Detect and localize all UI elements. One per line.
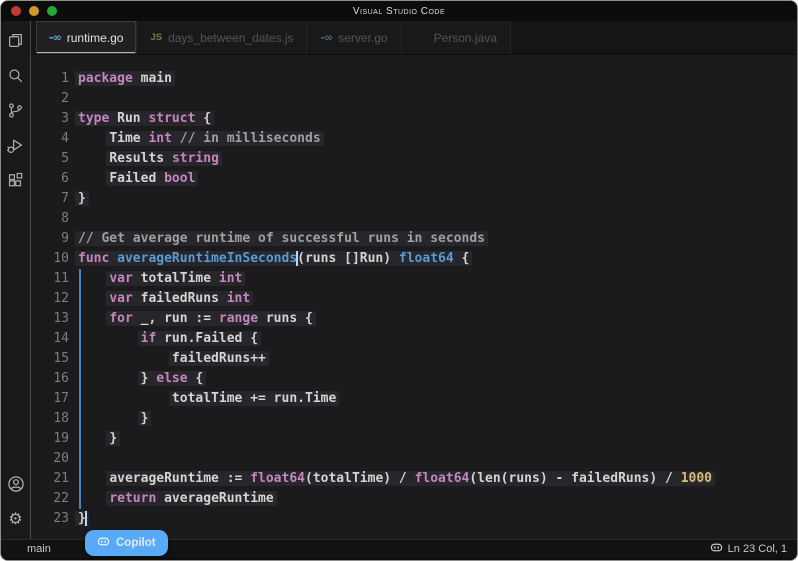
tab-person-java[interactable]: Person.java [402,21,511,54]
line-number: 7 [31,189,69,209]
active-indent-guide [79,269,81,509]
explorer-icon [7,32,24,49]
code-line[interactable]: 3type Run struct { [31,109,797,129]
traffic-lights [11,6,57,16]
line-number: 14 [31,329,69,349]
code-line[interactable]: 9// Get average runtime of successful ru… [31,229,797,249]
activity-search[interactable] [4,63,28,87]
tab-label: server.go [338,31,387,45]
line-number: 4 [31,129,69,149]
code-line[interactable]: 17 totalTime += run.Time [31,389,797,409]
code-line[interactable]: 14 if run.Failed { [31,329,797,349]
close-window-button[interactable] [11,6,21,16]
line-number: 18 [31,409,69,429]
copilot-icon [97,535,110,551]
line-number: 8 [31,209,69,229]
code-line[interactable]: 20 [31,449,797,469]
copilot-icon [710,541,723,557]
cursor-position: Ln 23 Col, 1 [728,543,787,555]
code-line[interactable]: 19 } [31,429,797,449]
branch-label: main [27,543,51,555]
code-line[interactable]: 1package main [31,69,797,89]
account-icon [7,475,25,493]
code-line[interactable]: 16 } else { [31,369,797,389]
tab-label: Person.java [434,31,497,45]
js-file-icon: JS [150,32,162,43]
tab-server-go[interactable]: -∞ server.go [307,21,401,54]
line-number: 13 [31,309,69,329]
tab-bar: -∞ runtime.go JS days_between_dates.js -∞ ser… [31,21,797,55]
code-line[interactable]: 21 averageRuntime := float64(totalTime) … [31,469,797,489]
copilot-status[interactable]: Ln 23 Col, 1 [710,541,787,557]
search-icon [7,67,24,84]
vscode-window: Visual Studio Code ⚙ -∞ runtime.go JS days_… [0,0,798,561]
line-number: 6 [31,169,69,189]
line-number: 19 [31,429,69,449]
code-line[interactable]: 10func averageRuntimeInSeconds(runs []Ru… [31,249,797,269]
line-number: 9 [31,229,69,249]
activity-settings[interactable]: ⚙ [4,507,28,531]
activity-account[interactable] [4,472,28,496]
tab-days-between-dates-js[interactable]: JS days_between_dates.js [137,21,307,54]
zoom-window-button[interactable] [47,6,57,16]
copilot-badge-label: Copilot [116,537,156,549]
code-line[interactable]: 4 Time int // in milliseconds [31,129,797,149]
run-debug-icon [7,137,24,154]
line-number: 17 [31,389,69,409]
java-file-icon [415,31,428,44]
code-line[interactable]: 13 for _, run := range runs { [31,309,797,329]
line-number: 15 [31,349,69,369]
code-line[interactable]: 18 } [31,409,797,429]
source-control-icon [7,102,24,119]
activity-extensions[interactable] [4,168,28,192]
code-line[interactable]: 6 Failed bool [31,169,797,189]
code-line[interactable]: 5 Results string [31,149,797,169]
text-cursor [85,511,87,526]
line-number: 22 [31,489,69,509]
code-line[interactable]: 15 failedRuns++ [31,349,797,369]
activity-source-control[interactable] [4,98,28,122]
line-number: 20 [31,449,69,469]
line-number: 5 [31,149,69,169]
extensions-icon [7,172,24,189]
line-number: 10 [31,249,69,269]
line-number: 12 [31,289,69,309]
settings-icon: ⚙ [8,511,22,527]
copilot-badge[interactable]: Copilot [85,530,168,556]
line-number: 1 [31,69,69,89]
code-line[interactable]: 12 var failedRuns int [31,289,797,309]
window-title: Visual Studio Code [1,6,797,17]
git-branch-icon [11,542,22,556]
code-line[interactable]: 2 [31,89,797,109]
go-file-icon: -∞ [49,31,61,44]
line-number: 16 [31,369,69,389]
tab-label: runtime.go [67,31,124,45]
activity-explorer[interactable] [4,28,28,52]
code-line[interactable]: 7} [31,189,797,209]
tab-label: days_between_dates.js [168,31,293,45]
code-line[interactable]: 22 return averageRuntime [31,489,797,509]
line-number: 23 [31,509,69,529]
code-editor[interactable]: 1package main23type Run struct {4 Time i… [31,55,797,539]
minimize-window-button[interactable] [29,6,39,16]
go-file-icon: -∞ [320,31,332,44]
title-bar: Visual Studio Code [1,1,797,21]
line-number: 3 [31,109,69,129]
line-number: 2 [31,89,69,109]
tab-runtime-go[interactable]: -∞ runtime.go [36,21,137,54]
activity-run-debug[interactable] [4,133,28,157]
branch-status[interactable]: main [11,542,51,556]
line-number: 21 [31,469,69,489]
code-line[interactable]: 8 [31,209,797,229]
line-number: 11 [31,269,69,289]
code-line[interactable]: 23} [31,509,797,529]
activity-bar: ⚙ [1,21,31,539]
code-line[interactable]: 11 var totalTime int [31,269,797,289]
